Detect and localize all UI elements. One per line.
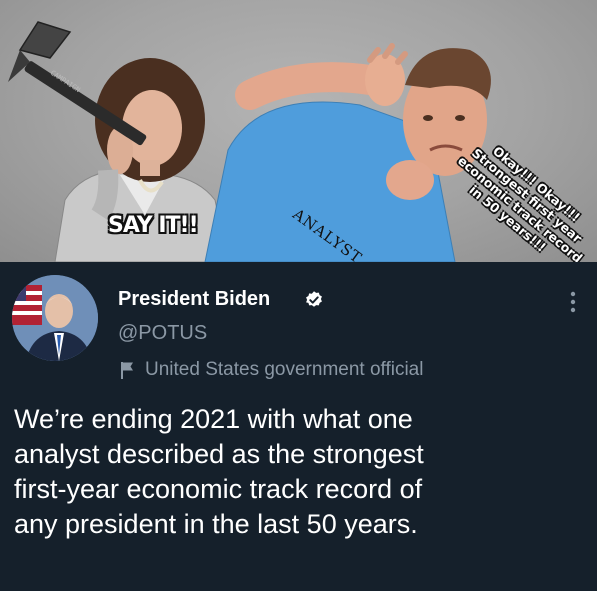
tweet-text-line: We’re ending 2021 with what one xyxy=(14,404,413,434)
tweet-text-line: first-year economic track record of xyxy=(14,474,423,504)
verified-badge-icon xyxy=(306,291,322,307)
avatar-image xyxy=(12,275,98,361)
gov-flag-icon xyxy=(121,362,133,379)
tweet-card: President Biden @POTUS United States gov… xyxy=(0,262,597,591)
author-handle[interactable]: @POTUS xyxy=(118,322,207,345)
tweet-text-line: any president in the last 50 years. xyxy=(14,509,418,539)
man-figure xyxy=(204,43,491,262)
avatar[interactable] xyxy=(12,275,98,361)
caption-say-it: SAY IT!! xyxy=(108,213,199,238)
government-label[interactable]: United States government official xyxy=(145,359,423,381)
more-options-icon[interactable] xyxy=(569,290,577,314)
tweet-text-line: analyst described as the strongest xyxy=(14,439,424,469)
meme-image: CAMPAIGN SAY IT!! ANALYST Okay!!! Okay!!… xyxy=(0,0,597,262)
tweet-text: We’re ending 2021 with what one analyst … xyxy=(14,402,589,542)
author-name[interactable]: President Biden xyxy=(118,288,270,311)
